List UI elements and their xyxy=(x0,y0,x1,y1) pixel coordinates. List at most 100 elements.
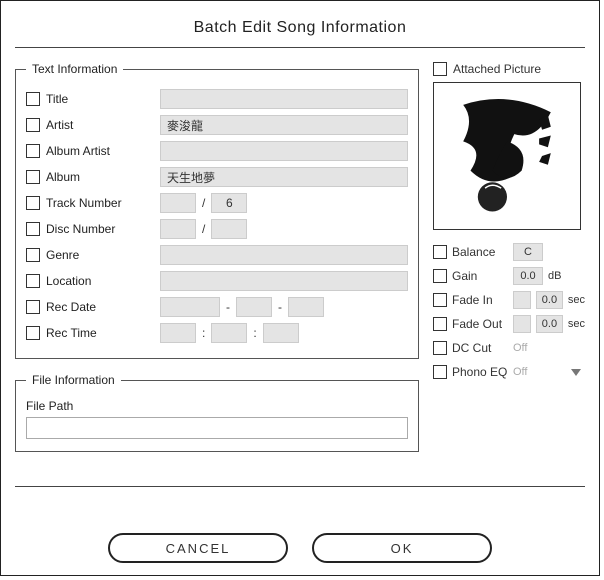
track-sep: / xyxy=(202,196,205,210)
row-attached-picture: Attached Picture xyxy=(433,62,585,76)
row-album: Album 天生地夢 xyxy=(26,164,408,190)
ok-button[interactable]: OK xyxy=(312,533,492,563)
label-fade-out: Fade Out xyxy=(452,317,508,331)
row-rec-date: Rec Date - - xyxy=(26,294,408,320)
input-disc-a[interactable] xyxy=(160,219,196,239)
row-gain: Gain 0.0 dB xyxy=(433,264,585,288)
label-location: Location xyxy=(46,274,154,288)
label-artist: Artist xyxy=(46,118,154,132)
input-rectime-s[interactable] xyxy=(263,323,299,343)
label-disc-number: Disc Number xyxy=(46,222,154,236)
time-sep-2: : xyxy=(253,326,256,340)
unit-gain: dB xyxy=(548,270,561,282)
row-rec-time: Rec Time : : xyxy=(26,320,408,346)
toggle-fade-out[interactable] xyxy=(513,315,531,333)
label-rec-time: Rec Time xyxy=(46,326,154,340)
input-album-artist[interactable] xyxy=(160,141,408,161)
checkbox-location[interactable] xyxy=(26,274,40,288)
checkbox-genre[interactable] xyxy=(26,248,40,262)
checkbox-rec-time[interactable] xyxy=(26,326,40,340)
input-recdate-m[interactable] xyxy=(236,297,272,317)
label-genre: Genre xyxy=(46,248,154,262)
label-track-number: Track Number xyxy=(46,196,154,210)
row-title: Title xyxy=(26,86,408,112)
dialog-footer: CANCEL OK xyxy=(1,533,599,563)
input-rectime-h[interactable] xyxy=(160,323,196,343)
disc-sep: / xyxy=(202,222,205,236)
checkbox-gain[interactable] xyxy=(433,269,447,283)
row-disc-number: Disc Number / xyxy=(26,216,408,242)
input-recdate-y[interactable] xyxy=(160,297,220,317)
label-album-artist: Album Artist xyxy=(46,144,154,158)
text-information-group: Text Information Title Artist 麥浚龍 Album … xyxy=(15,62,419,359)
cancel-button[interactable]: CANCEL xyxy=(108,533,288,563)
left-column: Text Information Title Artist 麥浚龍 Album … xyxy=(15,62,419,476)
batch-edit-dialog: Batch Edit Song Information Text Informa… xyxy=(0,0,600,576)
value-dc-cut: Off xyxy=(513,342,527,354)
row-location: Location xyxy=(26,268,408,294)
input-track-a[interactable] xyxy=(160,193,196,213)
time-sep-1: : xyxy=(202,326,205,340)
input-recdate-d[interactable] xyxy=(288,297,324,317)
checkbox-title[interactable] xyxy=(26,92,40,106)
checkbox-phono-eq[interactable] xyxy=(433,365,447,379)
row-fade-out: Fade Out 0.0 sec xyxy=(433,312,585,336)
input-album[interactable]: 天生地夢 xyxy=(160,167,408,187)
input-disc-b[interactable] xyxy=(211,219,247,239)
row-balance: Balance C xyxy=(433,240,585,264)
checkbox-fade-out[interactable] xyxy=(433,317,447,331)
album-art[interactable] xyxy=(433,82,581,230)
audio-params: Balance C Gain 0.0 dB Fade In 0.0 sec xyxy=(433,240,585,384)
right-column: Attached Picture Balance C xyxy=(433,62,585,476)
value-fade-out[interactable]: 0.0 xyxy=(536,315,563,333)
unit-fade-out: sec xyxy=(568,318,585,330)
unit-fade-in: sec xyxy=(568,294,585,306)
value-gain[interactable]: 0.0 xyxy=(513,267,543,285)
row-dc-cut: DC Cut Off xyxy=(433,336,585,360)
input-location[interactable] xyxy=(160,271,408,291)
row-artist: Artist 麥浚龍 xyxy=(26,112,408,138)
label-dc-cut: DC Cut xyxy=(452,341,508,355)
album-art-image xyxy=(434,83,580,229)
label-file-path: File Path xyxy=(26,399,408,413)
footer-divider xyxy=(15,486,585,487)
file-information-group: File Information File Path xyxy=(15,373,419,452)
dialog-body: Text Information Title Artist 麥浚龍 Album … xyxy=(1,48,599,486)
input-rectime-m[interactable] xyxy=(211,323,247,343)
label-rec-date: Rec Date xyxy=(46,300,154,314)
input-genre[interactable] xyxy=(160,245,408,265)
checkbox-balance[interactable] xyxy=(433,245,447,259)
date-sep-1: - xyxy=(226,300,230,314)
label-phono-eq: Phono EQ xyxy=(452,365,508,379)
toggle-fade-in[interactable] xyxy=(513,291,531,309)
checkbox-album[interactable] xyxy=(26,170,40,184)
checkbox-attached-picture[interactable] xyxy=(433,62,447,76)
checkbox-fade-in[interactable] xyxy=(433,293,447,307)
value-balance[interactable]: C xyxy=(513,243,543,261)
checkbox-album-artist[interactable] xyxy=(26,144,40,158)
checkbox-artist[interactable] xyxy=(26,118,40,132)
label-attached-picture: Attached Picture xyxy=(453,62,541,76)
text-information-legend: Text Information xyxy=(26,62,123,76)
chevron-down-icon[interactable] xyxy=(571,369,581,376)
value-phono-eq: Off xyxy=(513,366,527,378)
checkbox-disc-number[interactable] xyxy=(26,222,40,236)
file-information-legend: File Information xyxy=(26,373,121,387)
row-genre: Genre xyxy=(26,242,408,268)
input-track-b[interactable]: 6 xyxy=(211,193,247,213)
checkbox-dc-cut[interactable] xyxy=(433,341,447,355)
label-balance: Balance xyxy=(452,245,508,259)
input-file-path[interactable] xyxy=(26,417,408,439)
row-track-number: Track Number / 6 xyxy=(26,190,408,216)
row-phono-eq: Phono EQ Off xyxy=(433,360,585,384)
label-gain: Gain xyxy=(452,269,508,283)
dialog-title: Batch Edit Song Information xyxy=(1,1,599,47)
input-title[interactable] xyxy=(160,89,408,109)
input-artist[interactable]: 麥浚龍 xyxy=(160,115,408,135)
checkbox-track-number[interactable] xyxy=(26,196,40,210)
label-album: Album xyxy=(46,170,154,184)
value-fade-in[interactable]: 0.0 xyxy=(536,291,563,309)
checkbox-rec-date[interactable] xyxy=(26,300,40,314)
label-fade-in: Fade In xyxy=(452,293,508,307)
label-title: Title xyxy=(46,92,154,106)
